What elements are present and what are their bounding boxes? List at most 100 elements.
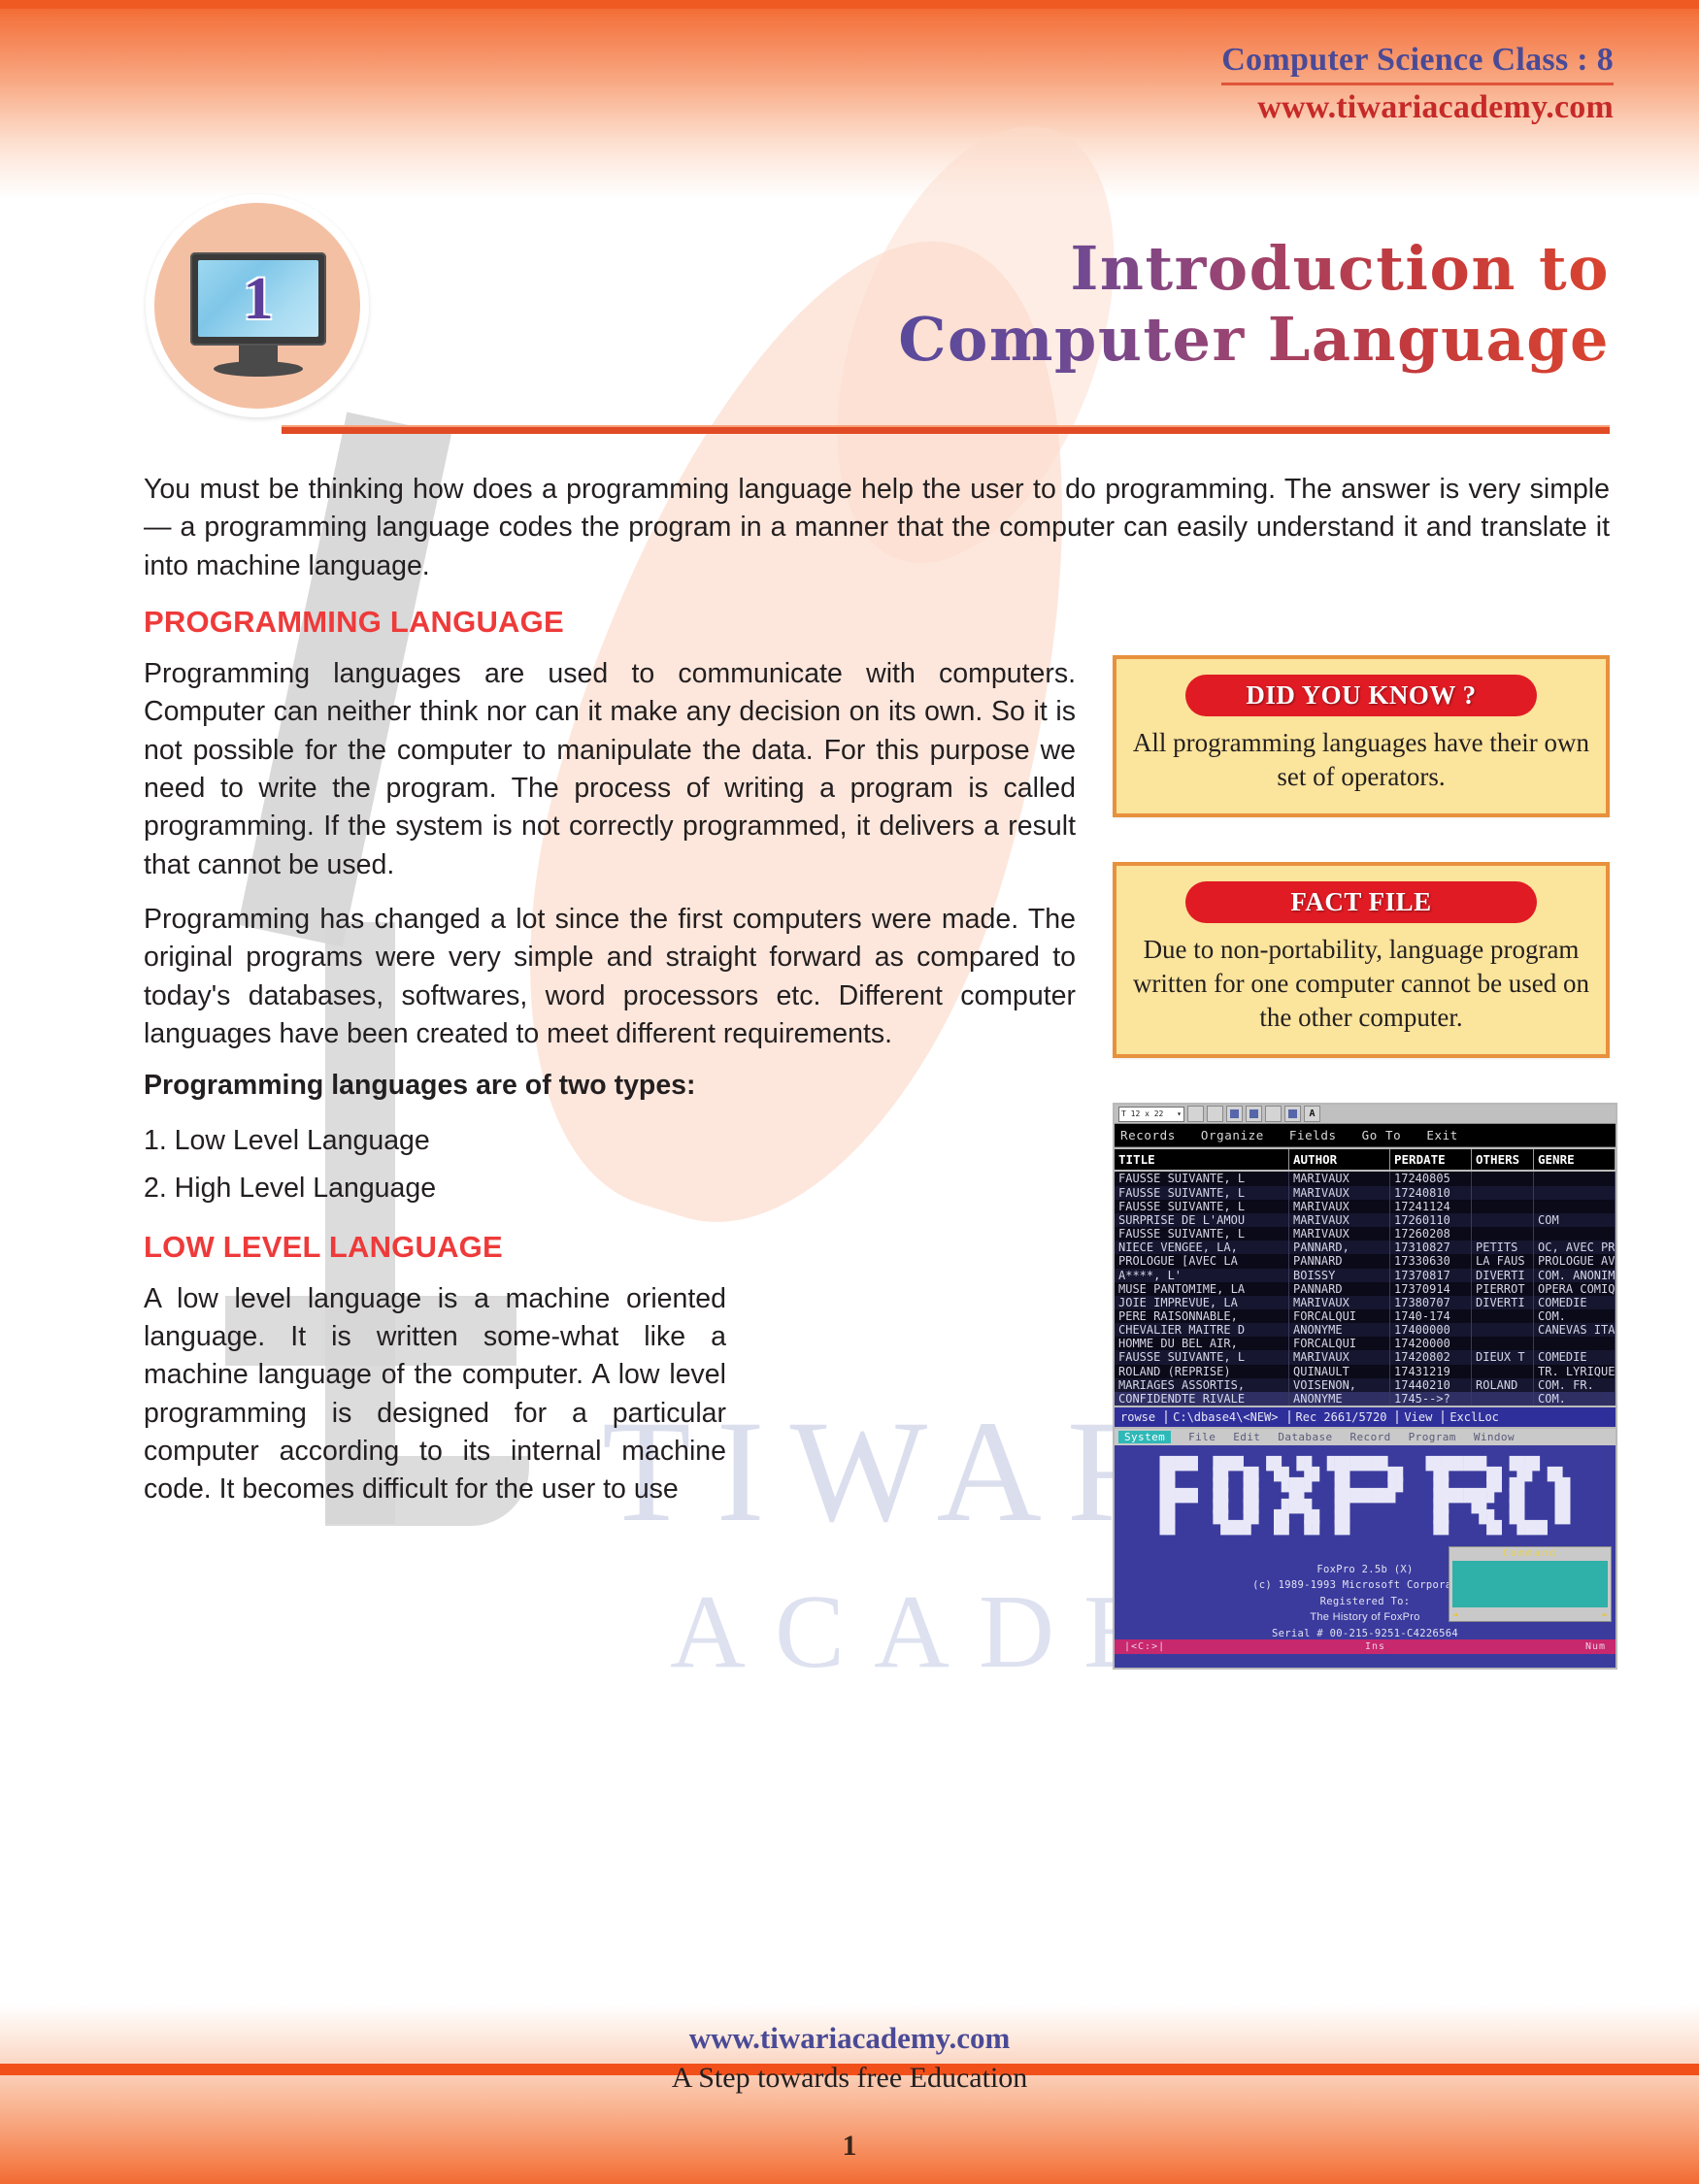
foxpro-table-screenshot: T 12 x 22 ▾ Records Organize xyxy=(1113,1103,1617,1671)
foxpro-serial: Serial # 00-215-9251-C4226564 xyxy=(1271,1627,1459,1639)
table-cell: 17240810 xyxy=(1390,1185,1472,1200)
command-window-scrollbar[interactable]: ◄ ► xyxy=(1449,1610,1611,1621)
header-class-title: Computer Science Class : 8 xyxy=(1221,42,1614,78)
toolbar-font-icon[interactable] xyxy=(1304,1106,1320,1123)
table-cell: FAUSSE SUIVANTE, L xyxy=(1115,1227,1289,1241)
table-cell: 17380707 xyxy=(1390,1295,1472,1310)
command-window-title: Command xyxy=(1449,1547,1611,1561)
table-cell: A****, L' xyxy=(1115,1268,1289,1282)
table-cell xyxy=(1472,1391,1534,1406)
table-cell: DIVERTI xyxy=(1472,1268,1534,1282)
chevron-down-icon: ▾ xyxy=(1177,1109,1182,1119)
right-sidebar-column: DID YOU KNOW ? All programming languages… xyxy=(1076,654,1617,1671)
menu-item-edit[interactable]: Edit xyxy=(1233,1431,1260,1443)
foxpro-splash-statusbar: |<C:>| Ins Num xyxy=(1115,1639,1616,1655)
table-row[interactable]: PROLOGUE [AVEC LA PANNARD 17330630 LA FAUS P… xyxy=(1115,1254,1616,1269)
table-cell xyxy=(1472,1227,1534,1241)
menu-item-file[interactable]: File xyxy=(1188,1431,1216,1443)
menu-item-exit[interactable]: Exit xyxy=(1426,1128,1458,1142)
status-lock: ExclLoc xyxy=(1442,1410,1499,1425)
section-heading-low-level-language: LOW LEVEL LANGUAGE xyxy=(144,1229,503,1264)
font-size-combo[interactable]: T 12 x 22 ▾ xyxy=(1118,1106,1184,1122)
table-row[interactable]: FAUSSE SUIVANTE, L MARIVAUX 17420802 DIEUX … xyxy=(1115,1350,1616,1365)
footer-website-link[interactable]: www.tiwariacademy.com xyxy=(0,2021,1699,2056)
table-cell: 17310827 xyxy=(1390,1241,1472,1255)
table-cell: PIERROT xyxy=(1472,1281,1534,1296)
table-row[interactable]: PERE RAISONNABLE, FORCALQUI 1740-174 COM. xyxy=(1115,1309,1616,1324)
table-cell: MUSE PANTOMIME, LA xyxy=(1115,1281,1289,1296)
menu-item-records[interactable]: Records xyxy=(1120,1128,1176,1142)
fact-file-pill: FACT FILE xyxy=(1185,881,1537,924)
command-window-input[interactable] xyxy=(1452,1561,1608,1608)
chapter-badge: 1 xyxy=(146,194,369,417)
menu-item-fields[interactable]: Fields xyxy=(1289,1128,1337,1142)
table-row[interactable]: CONFIDENDTE RIVALE ANONYME 1745-->? COM. xyxy=(1115,1391,1616,1406)
intro-paragraph: You must be thinking how does a programm… xyxy=(144,474,1610,581)
page-root: TIWARI ACADEMY Computer Science Class : … xyxy=(0,0,1699,2184)
toolbar-link-icon[interactable] xyxy=(1226,1106,1243,1123)
table-cell: TR. LYRIQUE AVEC P xyxy=(1534,1364,1616,1378)
table-cell: 17370817 xyxy=(1390,1268,1472,1282)
page-number: 1 xyxy=(842,2130,857,2162)
table-row[interactable]: FAUSSE SUIVANTE, L MARIVAUX 17241124 xyxy=(1115,1199,1616,1213)
menu-item-system[interactable]: System xyxy=(1118,1431,1172,1444)
scroll-left-icon[interactable]: ◄ xyxy=(1452,1610,1457,1620)
table-row[interactable]: A****, L' BOISSY 17370817 DIVERTI COM. ANONI… xyxy=(1115,1268,1616,1282)
header-website-link[interactable]: www.tiwariacademy.com xyxy=(1221,89,1614,125)
toolbar-fields-icon[interactable] xyxy=(1246,1106,1262,1123)
menu-item-window[interactable]: Window xyxy=(1474,1431,1515,1443)
table-cell: 17330630 xyxy=(1390,1254,1472,1269)
table-cell: MARIVAUX xyxy=(1289,1350,1390,1365)
table-cell xyxy=(1472,1337,1534,1351)
page-title: Introduction to Computer Language xyxy=(898,233,1610,375)
programming-language-para-2: Programming has changed a lot since the … xyxy=(144,903,1076,1049)
status-record-count: Rec 2661/5720 xyxy=(1287,1410,1386,1425)
table-cell: COMEDIE xyxy=(1534,1350,1616,1365)
toolbar-split-icon[interactable] xyxy=(1207,1106,1223,1123)
two-column-region: Programming languages are used to commun… xyxy=(144,654,1617,1671)
table-cell: PANNARD xyxy=(1289,1281,1390,1296)
table-row[interactable]: SURPRISE DE L'AMOU MARIVAUX 17260110 COM xyxy=(1115,1212,1616,1228)
table-row[interactable]: FAUSSE SUIVANTE, L MARIVAUX 17260208 xyxy=(1115,1227,1616,1241)
table-row[interactable]: HOMME DU BEL AIR, FORCALQUI 17420000 xyxy=(1115,1337,1616,1351)
table-row[interactable]: JOIE IMPREVUE, LA MARIVAUX 17380707 DIVERTI… xyxy=(1115,1295,1616,1310)
table-cell: ROLAND xyxy=(1472,1377,1534,1392)
splash-status-num: Num xyxy=(1584,1641,1606,1653)
toolbar-properties-icon[interactable] xyxy=(1265,1106,1282,1123)
low-level-language-para-1: A low level language is a machine orient… xyxy=(144,1282,726,1506)
font-size-value: T 12 x 22 xyxy=(1121,1109,1164,1119)
table-row[interactable]: CHEVALIER MAITRE D ANONYME 17400000 CANEVAS… xyxy=(1115,1323,1616,1338)
table-cell: PROLOGUE AVEC DIVE xyxy=(1534,1254,1616,1269)
foxpro-command-window[interactable]: Command ◄ ► xyxy=(1449,1546,1612,1623)
menu-item-database[interactable]: Database xyxy=(1278,1431,1332,1443)
menu-item-goto[interactable]: Go To xyxy=(1362,1128,1402,1142)
table-cell: FAUSSE SUIVANTE, L xyxy=(1115,1185,1289,1200)
toolbar-grid-icon[interactable] xyxy=(1187,1106,1204,1123)
table-cell: FAUSSE SUIVANTE, L xyxy=(1115,1350,1289,1365)
table-row[interactable]: NIECE VENGEE, LA, PANNARD, 17310827 PETITS O… xyxy=(1115,1241,1616,1255)
chapter-number: 1 xyxy=(243,265,274,332)
foxpro-browse-window: T 12 x 22 ▾ Records Organize xyxy=(1113,1103,1617,1430)
toolbar-append-icon[interactable] xyxy=(1284,1106,1301,1123)
table-cell: ANONYME xyxy=(1289,1391,1390,1406)
scroll-right-icon[interactable]: ► xyxy=(1603,1610,1608,1620)
table-cell xyxy=(1534,1199,1616,1213)
header-branding: Computer Science Class : 8 www.tiwariaca… xyxy=(1221,43,1614,125)
table-cell: OPERA COMIQUE xyxy=(1534,1281,1616,1296)
table-cell: BOISSY xyxy=(1289,1268,1390,1282)
table-row[interactable]: ROLAND (REPRISE) QUINAULT 17431219 TR. LYRI… xyxy=(1115,1364,1616,1378)
fact-file-box: FACT FILE Due to non-portability, langua… xyxy=(1113,862,1610,1059)
table-row[interactable]: MARIAGES ASSORTIS, VOISENON, 17440210 ROLAN… xyxy=(1115,1377,1616,1392)
table-cell: 1745-->? xyxy=(1390,1391,1472,1406)
table-cell: LA FAUS xyxy=(1472,1254,1534,1269)
table-row[interactable]: FAUSSE SUIVANTE, L MARIVAUX 17240810 xyxy=(1115,1185,1616,1200)
menu-item-record[interactable]: Record xyxy=(1350,1431,1391,1443)
table-row[interactable]: MUSE PANTOMIME, LA PANNARD 17370914 PIERROT… xyxy=(1115,1281,1616,1296)
table-cell: HOMME DU BEL AIR, xyxy=(1115,1337,1289,1351)
column-header-others: OTHERS xyxy=(1472,1149,1534,1171)
menu-item-program[interactable]: Program xyxy=(1409,1431,1456,1443)
splash-status-drive: |<C:>| xyxy=(1124,1641,1166,1653)
table-row[interactable]: FAUSSE SUIVANTE, L MARIVAUX 17240805 xyxy=(1115,1172,1616,1186)
column-header-genre: GENRE xyxy=(1534,1149,1616,1171)
menu-item-organize[interactable]: Organize xyxy=(1201,1128,1264,1142)
